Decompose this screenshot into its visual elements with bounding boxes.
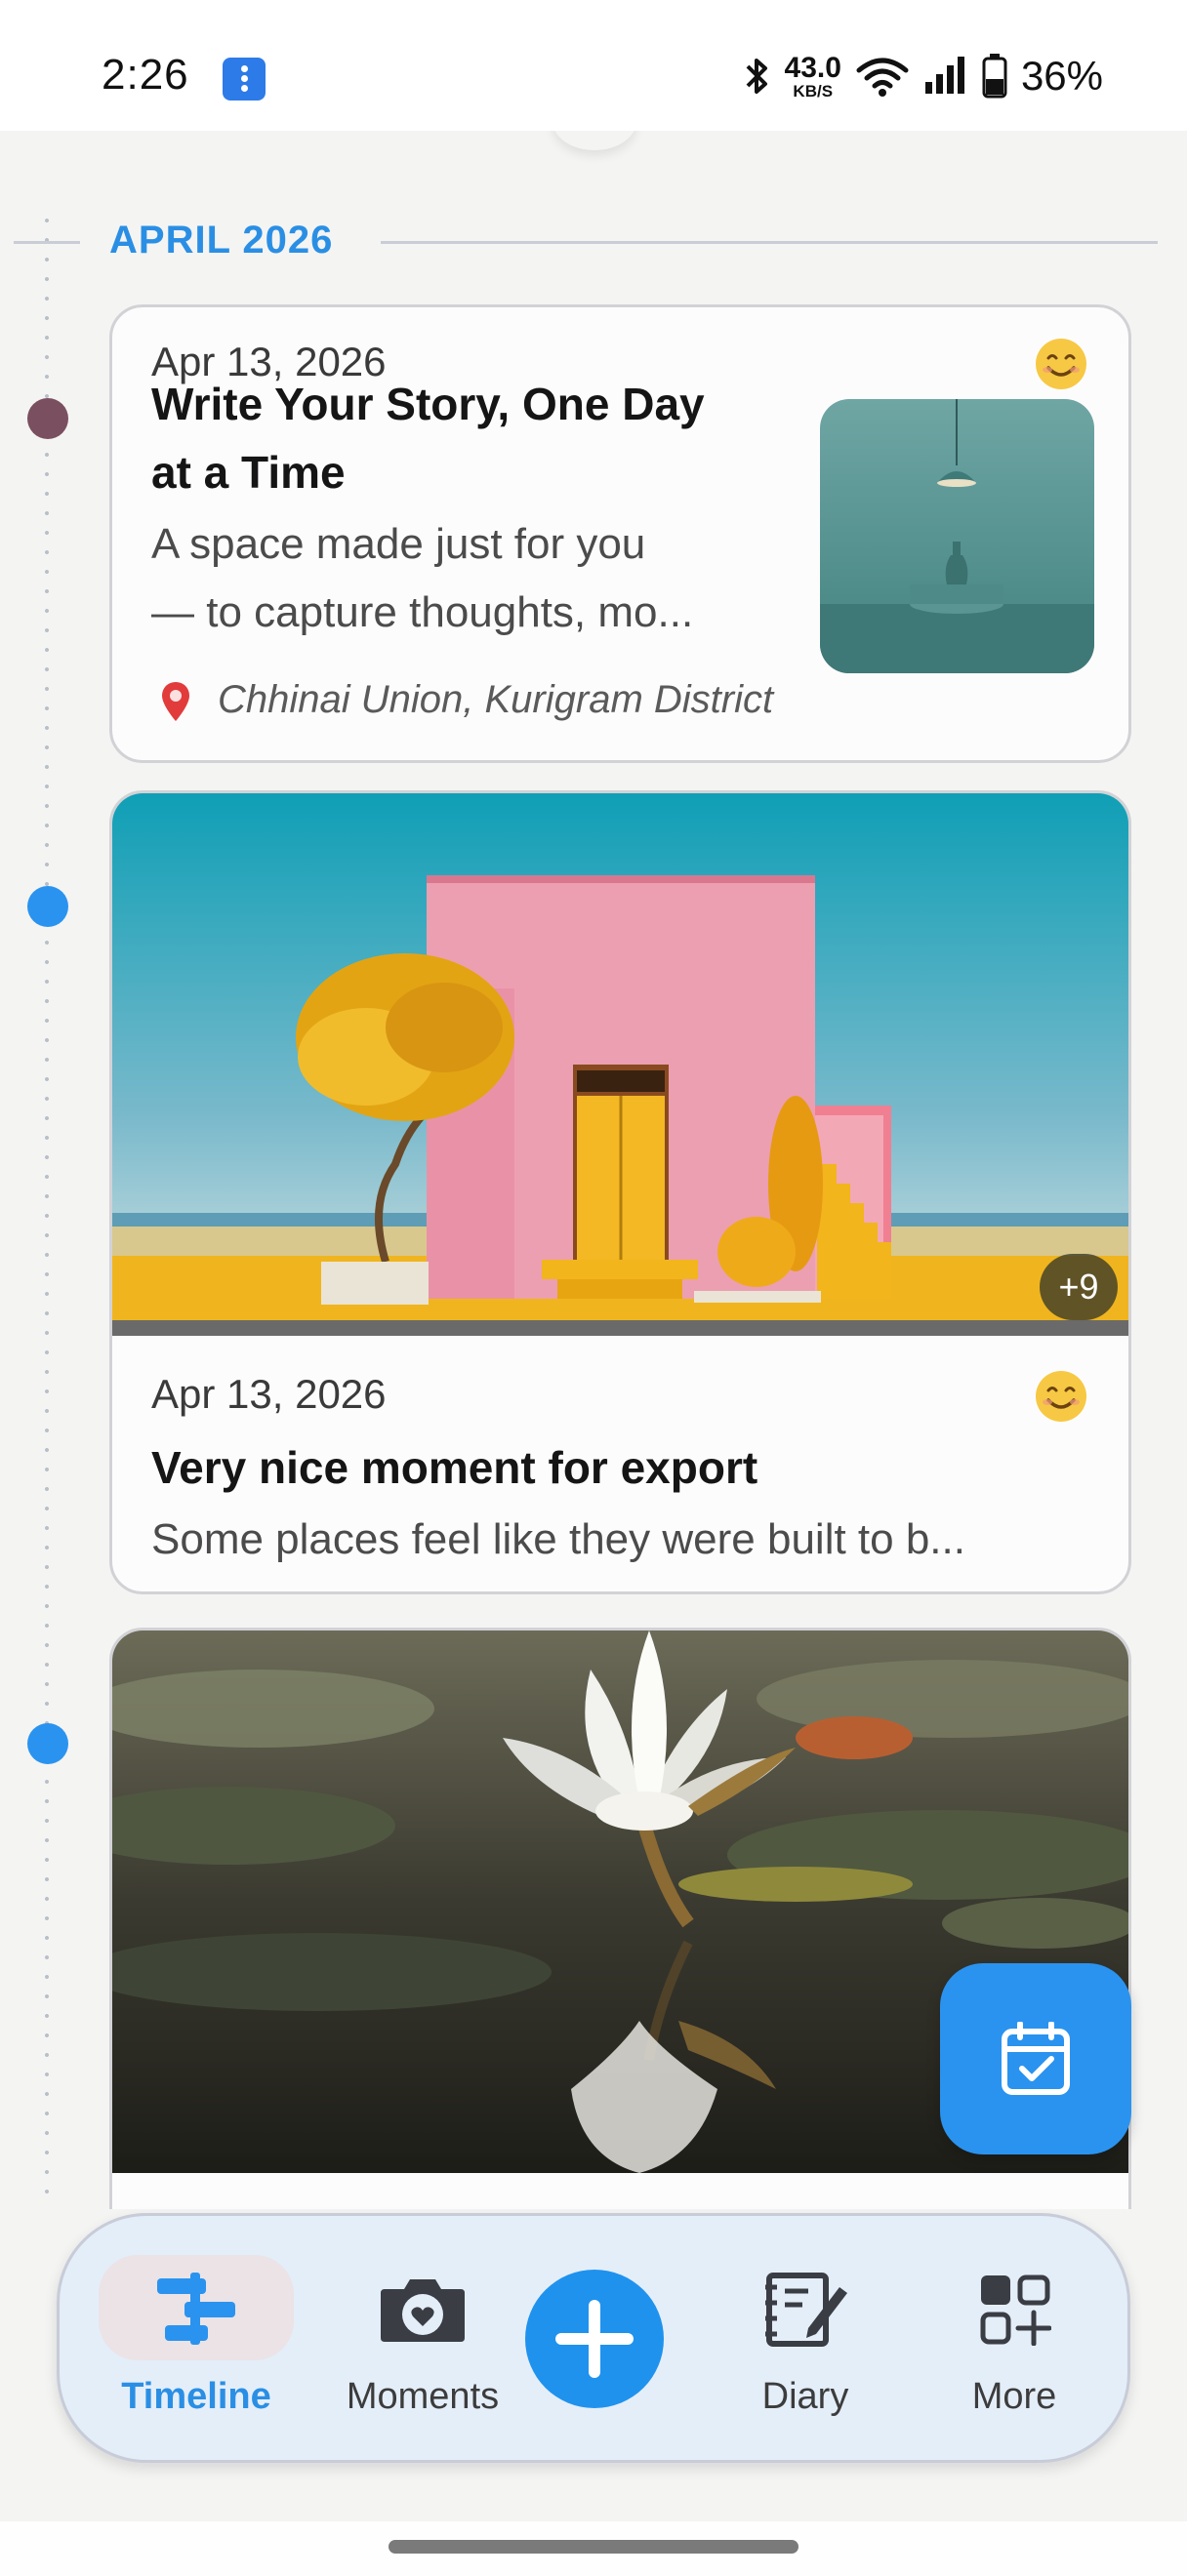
entry-card[interactable]: +9 Apr 13, 2026 Very nice moment for exp… bbox=[109, 790, 1131, 1594]
smiling-face-icon bbox=[1036, 1371, 1086, 1422]
nav-moments[interactable]: Moments bbox=[315, 2216, 530, 2466]
home-indicator[interactable] bbox=[389, 2540, 798, 2554]
timeline-dot bbox=[27, 398, 68, 439]
timeline-dot bbox=[27, 886, 68, 927]
calendar-check-icon bbox=[1002, 2022, 1070, 2095]
nav-timeline[interactable]: Timeline bbox=[99, 2216, 294, 2466]
smiling-face-icon bbox=[1036, 339, 1086, 389]
bluetooth-icon bbox=[746, 59, 767, 94]
timeline-feed[interactable]: APRIL 2026 Apr 13, 2026 Write Your Story… bbox=[0, 131, 1187, 2209]
entry-location: Chhinai Union, Kurigram District bbox=[218, 678, 774, 721]
nav-label-more: More bbox=[971, 2376, 1057, 2417]
grid-plus-icon bbox=[965, 2265, 1063, 2353]
entry-title-line2: at a Time bbox=[151, 447, 346, 498]
status-time: 2:26 bbox=[102, 51, 189, 99]
entry-date: Apr 13, 2026 bbox=[151, 1371, 387, 1417]
nav-label-moments: Moments bbox=[346, 2376, 500, 2417]
notebook-pen-icon bbox=[757, 2265, 854, 2353]
camera-heart-icon bbox=[374, 2265, 471, 2353]
plus-icon bbox=[555, 2300, 634, 2378]
wifi-icon bbox=[856, 58, 909, 97]
nav-label-diary: Diary bbox=[761, 2376, 849, 2417]
entry-text-line1: A space made just for you bbox=[151, 520, 646, 568]
pull-indicator bbox=[553, 131, 636, 150]
notification-app-icon bbox=[223, 58, 266, 101]
month-divider-left bbox=[14, 241, 80, 244]
status-indicators: 43.0 KB/S 36% bbox=[744, 49, 1103, 103]
entry-photo[interactable] bbox=[112, 793, 1128, 1336]
location-pin-icon bbox=[159, 680, 192, 728]
calendar-fab-button[interactable] bbox=[940, 1963, 1131, 2154]
entry-card[interactable]: Apr 13, 2026 Write Your Story, One Day a… bbox=[109, 304, 1131, 763]
timeline-icon bbox=[147, 2265, 245, 2353]
network-speed-unit: KB/S bbox=[793, 81, 834, 101]
nav-more[interactable]: More bbox=[917, 2216, 1112, 2466]
add-entry-button[interactable] bbox=[525, 2270, 664, 2408]
status-bar: 2:26 43.0 KB/S 36% bbox=[0, 0, 1187, 131]
timeline-dot bbox=[27, 1723, 68, 1764]
network-speed-value: 43.0 bbox=[784, 51, 841, 84]
entry-title-line1: Write Your Story, One Day bbox=[151, 379, 705, 429]
nav-label-timeline: Timeline bbox=[121, 2376, 271, 2417]
cellular-signal-icon bbox=[924, 57, 964, 94]
battery-icon bbox=[982, 54, 1007, 99]
nav-diary[interactable]: Diary bbox=[708, 2216, 903, 2466]
timeline-line bbox=[45, 211, 49, 2209]
extra-photos-badge[interactable]: +9 bbox=[1040, 1254, 1118, 1320]
entry-text-line2: — to capture thoughts, mo... bbox=[151, 588, 694, 636]
entry-title: Very nice moment for export bbox=[151, 1442, 758, 1493]
entry-text: Some places feel like they were built to… bbox=[151, 1515, 965, 1563]
month-divider-right bbox=[381, 241, 1158, 244]
app-screen: 2:26 43.0 KB/S 36% APRIL 2026 Apr 13, 20… bbox=[0, 0, 1187, 2576]
month-header: APRIL 2026 bbox=[109, 219, 334, 262]
entry-thumbnail[interactable] bbox=[820, 399, 1094, 673]
battery-percent: 36% bbox=[1020, 53, 1103, 99]
network-speed: 43.0 KB/S bbox=[784, 51, 841, 101]
